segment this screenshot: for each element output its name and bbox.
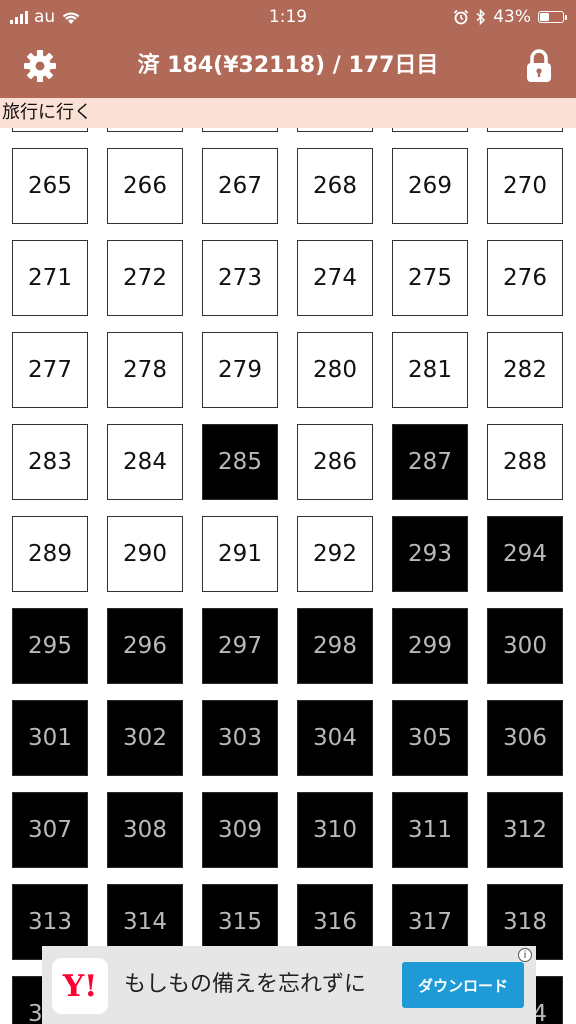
grid-cell[interactable]: 299: [392, 608, 468, 684]
yahoo-logo: Y!: [52, 958, 108, 1014]
grid-cell[interactable]: 286: [297, 424, 373, 500]
grid-cell[interactable]: 279: [202, 332, 278, 408]
status-right: 43%: [453, 0, 567, 34]
grid-cell[interactable]: 300: [487, 608, 563, 684]
grid-cell[interactable]: 296: [107, 608, 183, 684]
app-header: 済 184(¥32118) / 177日目: [0, 34, 576, 98]
grid-cell[interactable]: 283: [12, 424, 88, 500]
grid-cell[interactable]: 308: [107, 792, 183, 868]
grid-cell[interactable]: 307: [12, 792, 88, 868]
status-bar: au 1:19 43%: [0, 0, 576, 34]
grid-cell[interactable]: 270: [487, 148, 563, 224]
grid-cell[interactable]: 267: [202, 148, 278, 224]
grid-cell[interactable]: 312: [487, 792, 563, 868]
grid-cell[interactable]: 303: [202, 700, 278, 776]
grid-cell[interactable]: 280: [297, 332, 373, 408]
grid-cell[interactable]: 277: [12, 332, 88, 408]
grid-cell[interactable]: 285: [202, 424, 278, 500]
grid-cell[interactable]: 265: [12, 148, 88, 224]
grid-cell[interactable]: 305: [392, 700, 468, 776]
grid-cell[interactable]: 289: [12, 516, 88, 592]
grid-cell[interactable]: 288: [487, 424, 563, 500]
grid-cell[interactable]: 272: [107, 240, 183, 316]
grid-cell[interactable]: 266: [107, 148, 183, 224]
goal-subtitle: 旅行に行く: [0, 98, 576, 128]
grid-cell[interactable]: 284: [107, 424, 183, 500]
grid-cell[interactable]: 298: [297, 608, 373, 684]
grid-cell[interactable]: 287: [392, 424, 468, 500]
grid-cell[interactable]: 293: [392, 516, 468, 592]
ad-text: もしもの備えを忘れずに: [124, 972, 367, 997]
ad-banner[interactable]: Y! もしもの備えを忘れずに ダウンロード i: [42, 946, 536, 1024]
ad-info-icon[interactable]: i: [518, 948, 532, 962]
grid-cell[interactable]: 275: [392, 240, 468, 316]
grid-cell[interactable]: 278: [107, 332, 183, 408]
grid-cell[interactable]: 273: [202, 240, 278, 316]
page-title: 済 184(¥32118) / 177日目: [137, 53, 439, 78]
grid-cell[interactable]: 281: [392, 332, 468, 408]
grid-cell[interactable]: 290: [107, 516, 183, 592]
grid-cell[interactable]: 302: [107, 700, 183, 776]
grid-cell[interactable]: 297: [202, 608, 278, 684]
grid-cell[interactable]: 276: [487, 240, 563, 316]
grid-cell[interactable]: 268: [297, 148, 373, 224]
grid-cell[interactable]: 311: [392, 792, 468, 868]
grid-cell[interactable]: 292: [297, 516, 373, 592]
battery-icon: [538, 11, 567, 23]
grid-cell[interactable]: 274: [297, 240, 373, 316]
alarm-icon: [454, 9, 469, 25]
battery-percent: 43%: [493, 7, 531, 27]
number-grid: 265 266 267 268 269 270 271 272 273 274 275 276 277 2…: [0, 98, 576, 1024]
grid-cell[interactable]: 295: [12, 608, 88, 684]
grid-cell[interactable]: 310: [297, 792, 373, 868]
grid-cell[interactable]: 304: [297, 700, 373, 776]
top-bar: au 1:19 43% 済 184(¥32118) / 177日目: [0, 0, 576, 98]
bluetooth-icon: [476, 9, 486, 25]
grid-cell[interactable]: 291: [202, 516, 278, 592]
grid-cell[interactable]: 271: [12, 240, 88, 316]
grid-cell[interactable]: 269: [392, 148, 468, 224]
grid-cell[interactable]: 294: [487, 516, 563, 592]
grid-cell[interactable]: 301: [12, 700, 88, 776]
grid-cell[interactable]: 309: [202, 792, 278, 868]
grid-cell[interactable]: 282: [487, 332, 563, 408]
lock-icon[interactable]: [524, 48, 554, 84]
grid-cell[interactable]: 306: [487, 700, 563, 776]
download-button[interactable]: ダウンロード: [402, 962, 524, 1008]
